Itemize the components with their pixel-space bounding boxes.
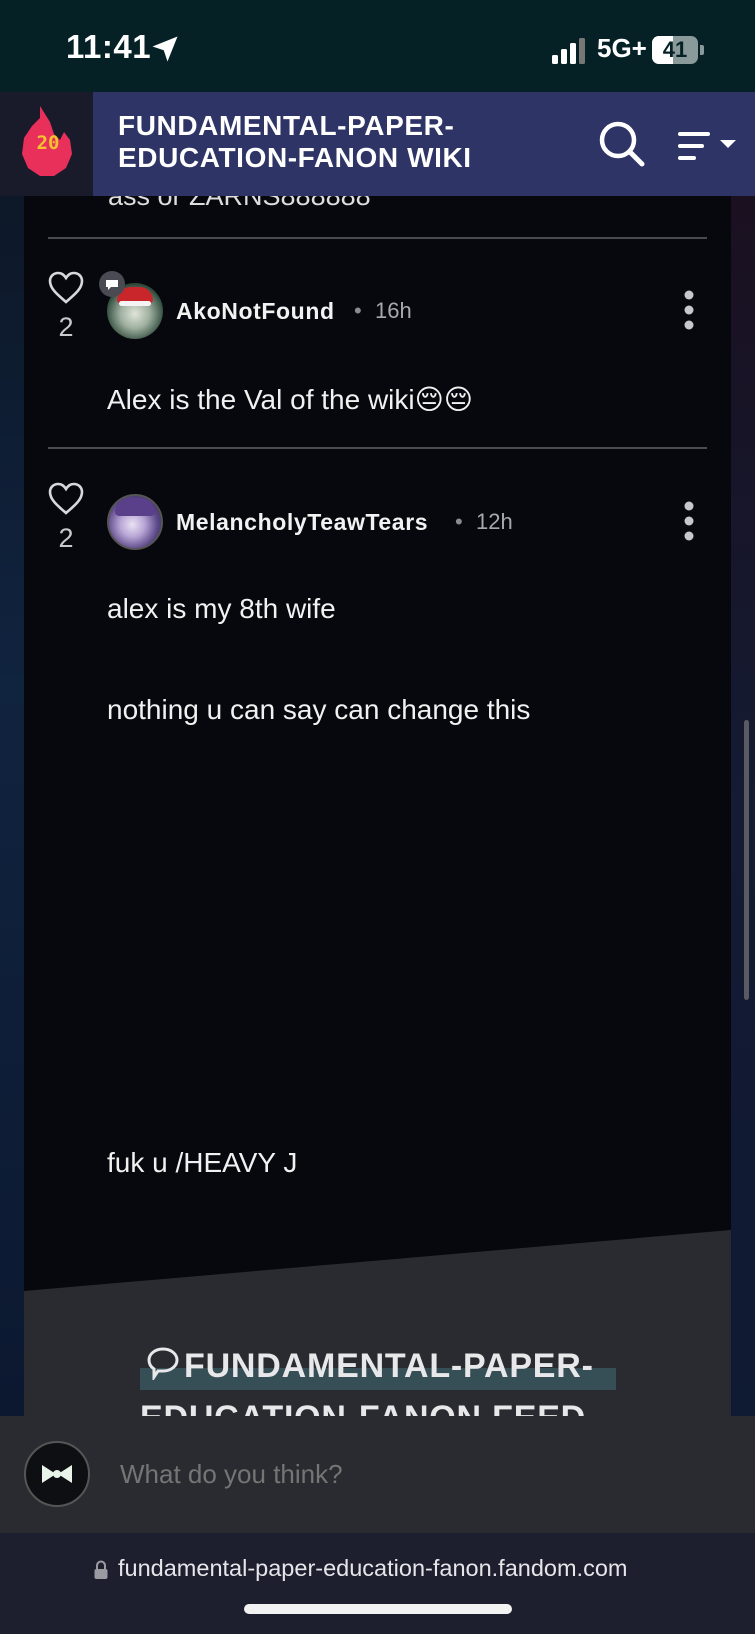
- comment-divider: [48, 447, 707, 449]
- comment-username[interactable]: AkoNotFound: [176, 298, 335, 325]
- browser-url-bar[interactable]: [0, 1533, 755, 1634]
- like-count: 2: [58, 523, 74, 553]
- home-indicator[interactable]: [244, 1604, 512, 1614]
- feed-title[interactable]: FUNDAMENTAL-PAPER-EDUCATION-FANON FEED: [140, 1340, 620, 1416]
- comment-text: Alex is the Val of the wiki😔😔: [107, 384, 473, 415]
- logo-number: 20: [36, 132, 60, 154]
- page-background-left: [0, 196, 24, 1416]
- bow-icon: [42, 1465, 72, 1483]
- url-text[interactable]: fundamental-paper-education-fanon.fandom…: [118, 1555, 627, 1582]
- feed-title-clip: FUNDAMENTAL-PAPER-EDUCATION-FANON FEED: [24, 1290, 731, 1416]
- avatar[interactable]: [107, 494, 163, 550]
- network-type: 5G+: [597, 33, 647, 63]
- comment-time: 12h: [476, 509, 513, 534]
- comment-text: nothing u can say can change this: [107, 694, 531, 725]
- location-arrow-icon: [152, 36, 178, 62]
- dot-separator: •: [354, 298, 362, 323]
- wiki-logo[interactable]: 20: [0, 92, 93, 196]
- heart-icon[interactable]: [48, 482, 84, 516]
- comment-time: 16h: [375, 298, 412, 323]
- dot-separator: •: [455, 509, 463, 534]
- comment-text: fuk u /HEAVY J: [107, 1147, 298, 1178]
- more-options-icon[interactable]: [683, 290, 695, 330]
- heart-icon[interactable]: [48, 271, 84, 305]
- wiki-title[interactable]: FUNDAMENTAL-PAPER-EDUCATION-FANON WIKI: [118, 110, 538, 174]
- speech-bubble-icon: [99, 271, 125, 297]
- comment-divider: [48, 237, 707, 239]
- comment-username[interactable]: MelancholyTeawTears: [176, 509, 428, 536]
- battery-level: 41: [662, 37, 688, 62]
- like-count: 2: [58, 312, 74, 342]
- lock-icon: [94, 1560, 108, 1579]
- battery-icon: 41: [652, 36, 704, 64]
- comment-text: alex is my 8th wife: [107, 593, 336, 624]
- status-time: 11:41: [66, 28, 152, 65]
- search-icon[interactable]: [596, 118, 648, 170]
- avatar[interactable]: [24, 1441, 90, 1507]
- page-background-right: [731, 196, 755, 1416]
- menu-icon[interactable]: [676, 126, 738, 166]
- more-options-icon[interactable]: [683, 501, 695, 541]
- reply-input[interactable]: [120, 1459, 680, 1490]
- signal-icon: [552, 38, 585, 64]
- scrollbar[interactable]: [744, 720, 749, 1000]
- comments-panel: [24, 196, 731, 1416]
